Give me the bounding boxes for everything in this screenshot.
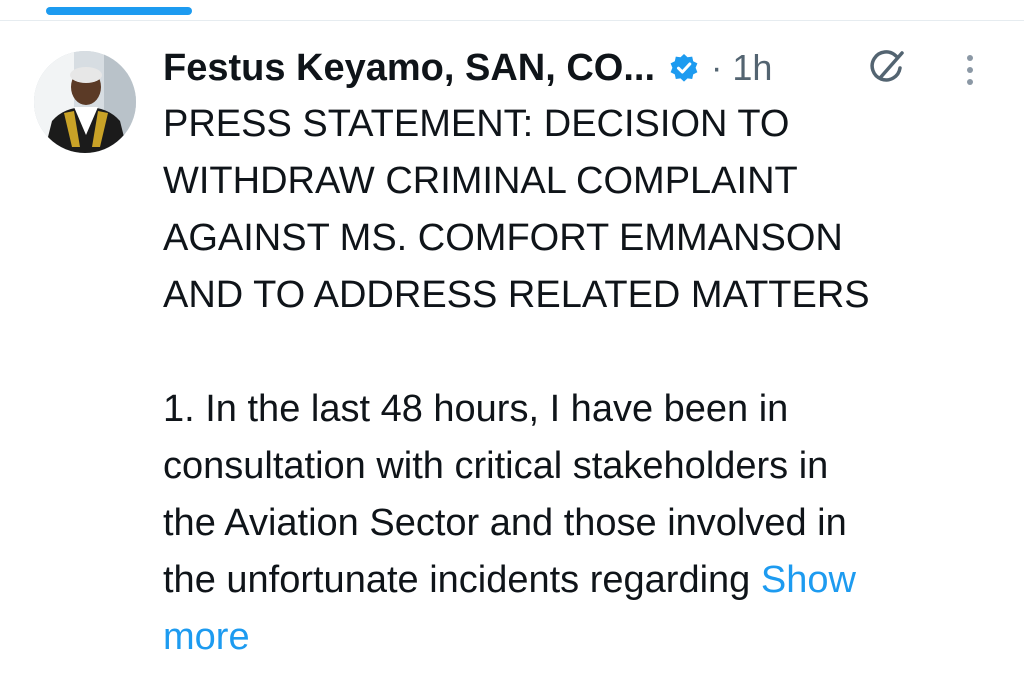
more-options-icon[interactable] [956, 50, 984, 90]
body-line: 1. In the last 48 hours, I have been in [163, 388, 789, 430]
post-header: Festus Keyamo, SAN, CO... · 1h [163, 40, 772, 96]
body-line: the unfortunate incidents regarding [163, 559, 761, 601]
top-tab-strip [0, 0, 1024, 21]
title-line: AND TO ADDRESS RELATED MATTERS [163, 274, 870, 316]
active-tab-indicator[interactable] [46, 7, 192, 15]
verified-badge-icon [669, 53, 699, 83]
post-time[interactable]: 1h [732, 47, 772, 89]
post-text: PRESS STATEMENT: DECISION TO WITHDRAW CR… [163, 96, 1003, 666]
author-avatar[interactable] [34, 51, 136, 153]
author-name[interactable]: Festus Keyamo, SAN, CO... [163, 47, 655, 90]
more-dot [967, 55, 973, 61]
body-line-more: more [163, 609, 1003, 666]
avatar-image [34, 51, 136, 153]
separator-dot: · [711, 48, 723, 87]
body-line: consultation with critical stakeholders … [163, 445, 829, 487]
grok-icon[interactable] [866, 47, 908, 89]
show-more-link-continued[interactable]: more [163, 616, 250, 658]
more-dot [967, 67, 973, 73]
title-line: AGAINST MS. COMFORT EMMANSON [163, 217, 843, 259]
title-line: WITHDRAW CRIMINAL COMPLAINT [163, 160, 798, 202]
body-line: the Aviation Sector and those involved i… [163, 502, 847, 544]
title-line: PRESS STATEMENT: DECISION TO [163, 103, 790, 145]
more-dot [967, 79, 973, 85]
body-line-last: the unfortunate incidents regarding Show [163, 552, 1003, 609]
show-more-link[interactable]: Show [761, 559, 856, 601]
